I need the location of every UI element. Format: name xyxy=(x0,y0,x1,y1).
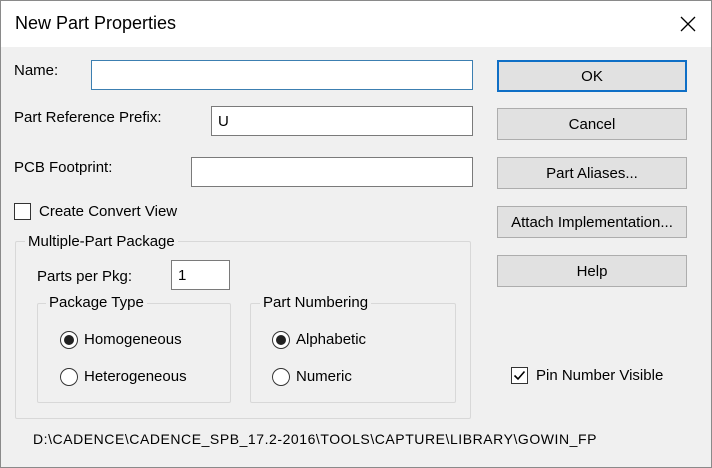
numeric-label: Numeric xyxy=(296,368,352,385)
homogeneous-label: Homogeneous xyxy=(84,331,182,348)
cancel-button[interactable]: Cancel xyxy=(497,108,687,140)
heterogeneous-label: Heterogeneous xyxy=(84,368,187,385)
part-reference-prefix-label: Part Reference Prefix: xyxy=(14,109,162,126)
homogeneous-radio[interactable] xyxy=(60,331,78,349)
create-convert-view-checkbox[interactable] xyxy=(14,203,31,220)
checkmark-icon xyxy=(513,370,526,381)
radio-selected-dot xyxy=(276,335,286,345)
alphabetic-label: Alphabetic xyxy=(296,331,367,348)
close-button[interactable] xyxy=(665,1,711,47)
package-type-title: Package Type xyxy=(46,294,147,311)
pcb-footprint-label: PCB Footprint: xyxy=(14,159,113,176)
pin-number-visible-checkbox[interactable] xyxy=(511,367,528,384)
attach-implementation-button[interactable]: Attach Implementation... xyxy=(497,206,687,238)
multiple-part-package-title: Multiple-Part Package xyxy=(25,233,178,250)
help-button[interactable]: Help xyxy=(497,255,687,287)
create-convert-view-label: Create Convert View xyxy=(39,203,178,220)
dialog-title: New Part Properties xyxy=(15,13,177,33)
title-bar: New Part Properties xyxy=(1,1,711,47)
radio-selected-dot xyxy=(64,335,74,345)
library-path-text: D:\CADENCE\CADENCE_SPB_17.2-2016\TOOLS\C… xyxy=(33,431,597,447)
part-numbering-group xyxy=(250,303,456,403)
name-input[interactable] xyxy=(91,60,473,90)
heterogeneous-radio[interactable] xyxy=(60,368,78,386)
part-aliases-button[interactable]: Part Aliases... xyxy=(497,157,687,189)
pin-number-visible-label: Pin Number Visible xyxy=(536,367,664,384)
close-icon xyxy=(680,16,696,32)
part-reference-prefix-input[interactable] xyxy=(211,106,473,136)
pcb-footprint-input[interactable] xyxy=(191,157,473,187)
part-numbering-title: Part Numbering xyxy=(260,294,372,311)
ok-button[interactable]: OK xyxy=(497,60,687,92)
alphabetic-radio[interactable] xyxy=(272,331,290,349)
new-part-properties-dialog: New Part Properties Name: Part Reference… xyxy=(0,0,712,468)
parts-per-pkg-label: Parts per Pkg: xyxy=(37,268,133,285)
package-type-group xyxy=(37,303,231,403)
name-label: Name: xyxy=(14,62,59,79)
numeric-radio[interactable] xyxy=(272,368,290,386)
parts-per-pkg-input[interactable] xyxy=(171,260,230,290)
